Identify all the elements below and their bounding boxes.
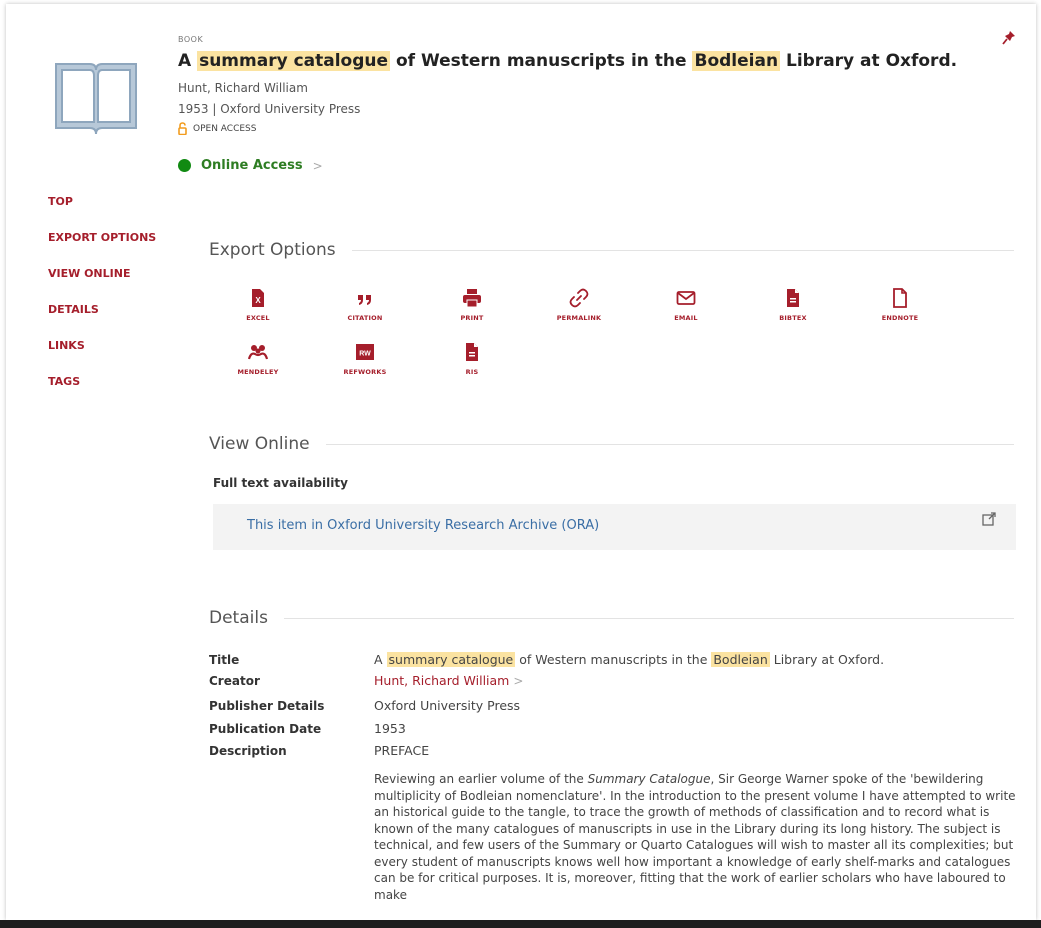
detail-creator-link[interactable]: Hunt, Richard William > — [374, 673, 523, 688]
nav-links[interactable]: LINKS — [48, 338, 156, 374]
export-ris-button[interactable]: RIS — [427, 342, 517, 376]
bottom-edge — [0, 920, 1041, 928]
open-access-badge: OPEN ACCESS — [178, 122, 256, 135]
book-thumbnail-icon[interactable] — [50, 48, 142, 140]
export-citation-button[interactable]: CITATION — [320, 288, 410, 322]
detail-description-label: Description — [209, 744, 287, 758]
detail-publisher-label: Publisher Details — [209, 699, 325, 713]
export-refworks-button[interactable]: RW REFWORKS — [320, 342, 410, 376]
mendeley-icon — [248, 345, 268, 360]
view-online-heading: View Online — [209, 434, 1014, 454]
export-options-heading: Export Options — [209, 240, 1014, 260]
svg-text:X: X — [255, 296, 261, 305]
detail-description-first: PREFACE — [374, 743, 430, 758]
open-lock-icon — [178, 122, 187, 135]
export-endnote-button[interactable]: ENDNOTE — [855, 288, 945, 322]
nav-view-online[interactable]: VIEW ONLINE — [48, 266, 156, 302]
envelope-icon — [676, 291, 696, 305]
record-title[interactable]: A summary catalogue of Western manuscrip… — [178, 51, 957, 71]
export-bibtex-button[interactable]: BIBTEX — [748, 288, 838, 322]
quote-icon — [358, 295, 371, 305]
nav-details[interactable]: DETAILS — [48, 302, 156, 338]
online-access-link[interactable]: Online Access > — [178, 158, 323, 173]
nav-tags[interactable]: TAGS — [48, 374, 156, 410]
full-text-availability-label: Full text availability — [213, 476, 348, 490]
detail-publisher-value: Oxford University Press — [374, 698, 521, 713]
pin-icon[interactable] — [1002, 30, 1016, 48]
file-icon — [466, 343, 478, 361]
file-outline-icon — [893, 288, 907, 308]
export-print-button[interactable]: PRINT — [427, 288, 517, 322]
details-heading: Details — [209, 608, 1014, 628]
section-nav: TOP EXPORT OPTIONS VIEW ONLINE DETAILS L… — [48, 194, 156, 410]
availability-dot-icon — [178, 159, 191, 172]
resource-type: BOOK — [178, 35, 204, 44]
nav-top[interactable]: TOP — [48, 194, 156, 230]
detail-date-value: 1953 — [374, 721, 406, 736]
chevron-right-icon: > — [312, 158, 323, 173]
excel-icon: X — [252, 289, 264, 307]
full-text-link-row[interactable]: This item in Oxford University Research … — [213, 504, 1016, 550]
detail-description-text: Reviewing an earlier volume of the Summa… — [374, 772, 1016, 902]
nav-export-options[interactable]: EXPORT OPTIONS — [48, 230, 156, 266]
ora-link[interactable]: This item in Oxford University Research … — [247, 518, 599, 533]
detail-date-label: Publication Date — [209, 722, 322, 736]
export-mendeley-button[interactable]: MENDELEY — [213, 342, 303, 376]
refworks-icon: RW — [356, 344, 374, 360]
export-permalink-button[interactable]: PERMALINK — [534, 288, 624, 322]
online-access-label: Online Access — [201, 158, 303, 173]
record-page: BOOK A summary catalogue of Western manu… — [6, 4, 1036, 920]
link-icon — [569, 288, 589, 308]
open-access-label: OPEN ACCESS — [193, 123, 257, 134]
chevron-right-icon: > — [513, 674, 524, 688]
file-icon — [787, 289, 799, 307]
external-link-icon[interactable] — [982, 512, 996, 526]
export-excel-button[interactable]: X EXCEL — [213, 288, 303, 322]
print-icon — [463, 289, 481, 308]
export-email-button[interactable]: EMAIL — [641, 288, 731, 322]
record-creator: Hunt, Richard William — [178, 81, 308, 95]
svg-text:RW: RW — [359, 351, 371, 358]
detail-creator-label: Creator — [209, 674, 260, 688]
record-publication: 1953 | Oxford University Press — [178, 102, 361, 116]
detail-title-value: A summary catalogue of Western manuscrip… — [374, 652, 885, 667]
detail-title-label: Title — [209, 653, 240, 667]
